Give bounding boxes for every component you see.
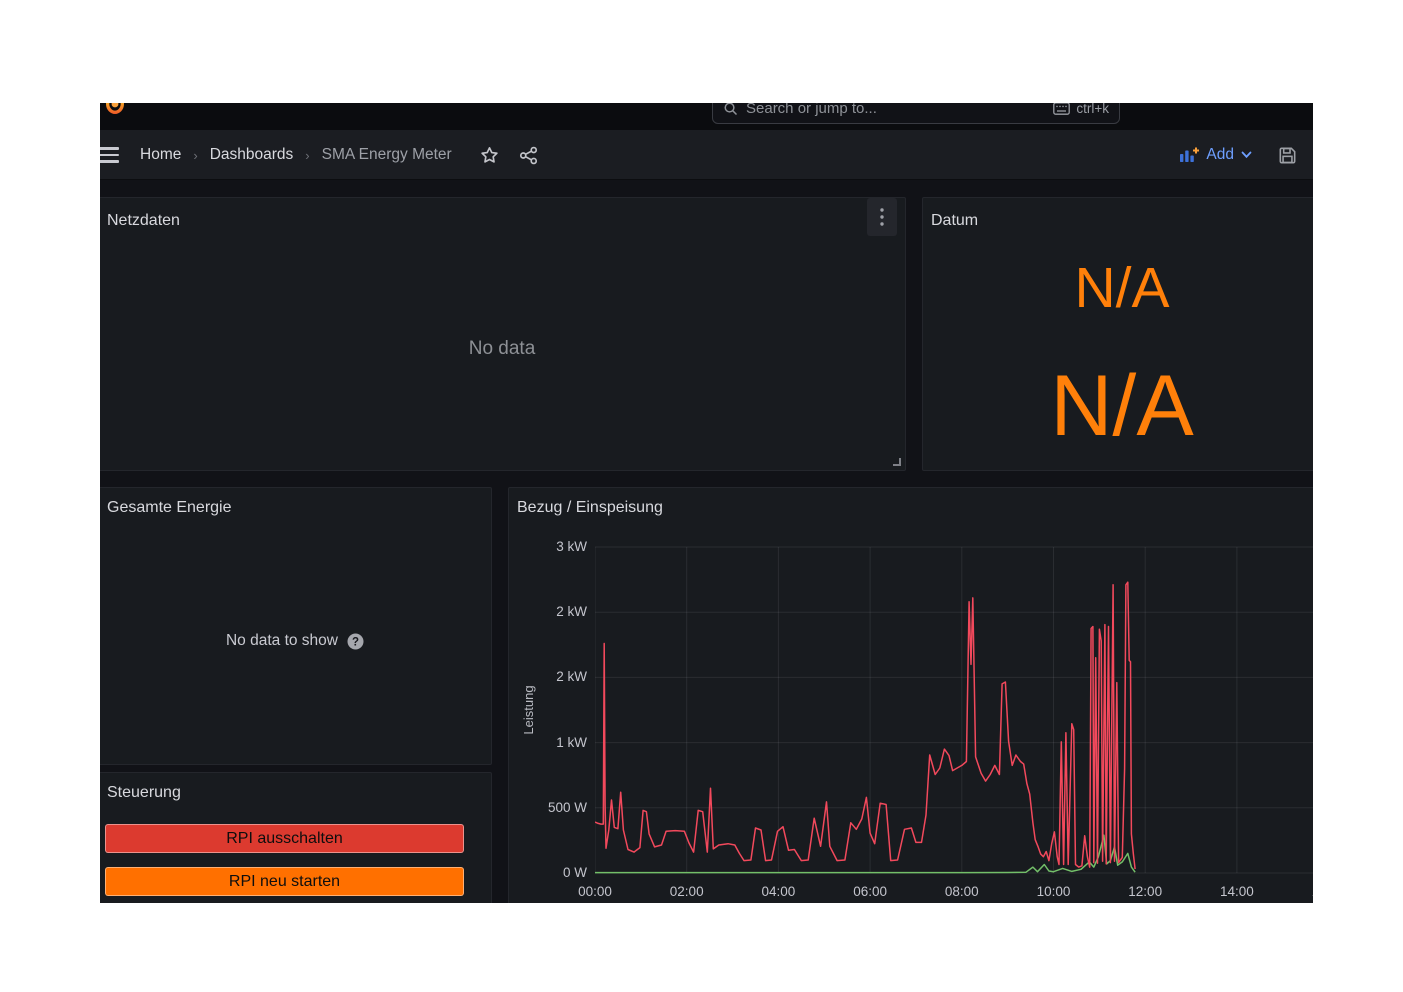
chevron-down-icon (1241, 151, 1252, 159)
panel-title-steuerung: Steuerung (100, 773, 491, 803)
breadcrumb-separator: › (193, 148, 197, 163)
y-tick-label: 500 W (509, 800, 587, 816)
favorite-star-button[interactable] (480, 146, 499, 165)
panel-steuerung: Steuerung RPI ausschalten RPI neu starte… (100, 772, 492, 903)
y-tick-label: 2 kW (509, 669, 587, 685)
panel-title-gesamte-energie: Gesamte Energie (100, 488, 491, 518)
add-button-label: Add (1206, 146, 1234, 164)
stat-value-datum-2: N/A (923, 363, 1313, 449)
help-question-icon[interactable]: ? (347, 633, 364, 650)
add-chart-icon (1179, 147, 1199, 164)
stat-value-datum-1: N/A (923, 260, 1313, 317)
panel-gesamte-energie: Gesamte Energie No data to show ? (100, 487, 492, 765)
no-data-to-show-message: No data to show (226, 632, 338, 650)
y-axis-title: Leistung (521, 650, 537, 770)
x-tick-label: 06:00 (853, 884, 887, 900)
panel-netzdaten: Netzdaten No data (100, 197, 906, 471)
x-tick-label: 14:00 (1220, 884, 1254, 900)
panel-resize-handle[interactable] (890, 455, 902, 467)
time-series-chart: Leistung 0 W 500 W 1 kW 2 kW 2 kW 3 kW 00:00 0… (509, 488, 1313, 903)
dashboard-canvas: Netzdaten No data Datum N/A N/A Gesamt (100, 180, 1313, 903)
y-tick-label: 0 W (509, 865, 587, 881)
add-panel-button[interactable]: Add (1179, 146, 1252, 164)
breadcrumb-home[interactable]: Home (140, 146, 181, 164)
x-tick-label: 00:00 (578, 884, 612, 900)
svg-text:?: ? (352, 636, 359, 648)
breadcrumb-current-dashboard: SMA Energy Meter (322, 146, 452, 164)
top-navbar: Search or jump to... ctrl+k (100, 103, 1313, 130)
search-input[interactable]: Search or jump to... ctrl+k (712, 103, 1120, 124)
x-tick-label: 02:00 (670, 884, 704, 900)
rpi-restart-button[interactable]: RPI neu starten (105, 867, 464, 896)
breadcrumb-dashboards[interactable]: Dashboards (210, 146, 294, 164)
no-data-message: No data (469, 338, 536, 360)
breadcrumb: Home › Dashboards › SMA Energy Meter (140, 130, 538, 180)
x-tick-label: 12:00 (1128, 884, 1162, 900)
y-tick-label: 2 kW (509, 604, 587, 620)
panel-bezug-einspeisung: Bezug / Einspeisung Leistung 0 W500 W1 k… (508, 487, 1313, 903)
y-tick-label: 1 kW (509, 735, 587, 751)
save-dashboard-button[interactable] (1278, 146, 1297, 165)
x-tick-label: 08:00 (945, 884, 979, 900)
search-shortcut-badge: ctrl+k (1053, 103, 1109, 116)
x-tick-label: 10:00 (1037, 884, 1071, 900)
page-background: Search or jump to... ctrl+k Home › Da (0, 0, 1403, 992)
panel-datum: Datum N/A N/A (922, 197, 1313, 471)
search-shortcut-text: ctrl+k (1076, 103, 1109, 116)
grafana-dashboard: Search or jump to... ctrl+k Home › Da (100, 103, 1313, 903)
keyboard-icon (1053, 103, 1070, 115)
panel-title-datum: Datum (923, 198, 1313, 231)
search-icon (723, 103, 738, 116)
grafana-logo-icon[interactable] (103, 103, 127, 118)
x-tick-label: 16:00 (1312, 884, 1313, 900)
breadcrumb-separator: › (305, 148, 309, 163)
save-icon (1278, 146, 1297, 165)
y-tick-label: 3 kW (509, 539, 587, 555)
star-icon (480, 146, 499, 165)
chart-plot-area[interactable] (595, 545, 1313, 879)
search-placeholder: Search or jump to... (746, 103, 1045, 117)
share-button[interactable] (519, 146, 538, 165)
share-icon (519, 146, 538, 165)
menu-toggle-icon[interactable] (100, 147, 119, 163)
panel-title-netzdaten: Netzdaten (100, 198, 905, 231)
rpi-shutdown-button[interactable]: RPI ausschalten (105, 824, 464, 853)
dashboard-toolbar: Home › Dashboards › SMA Energy Meter (100, 130, 1313, 180)
x-tick-label: 04:00 (761, 884, 795, 900)
